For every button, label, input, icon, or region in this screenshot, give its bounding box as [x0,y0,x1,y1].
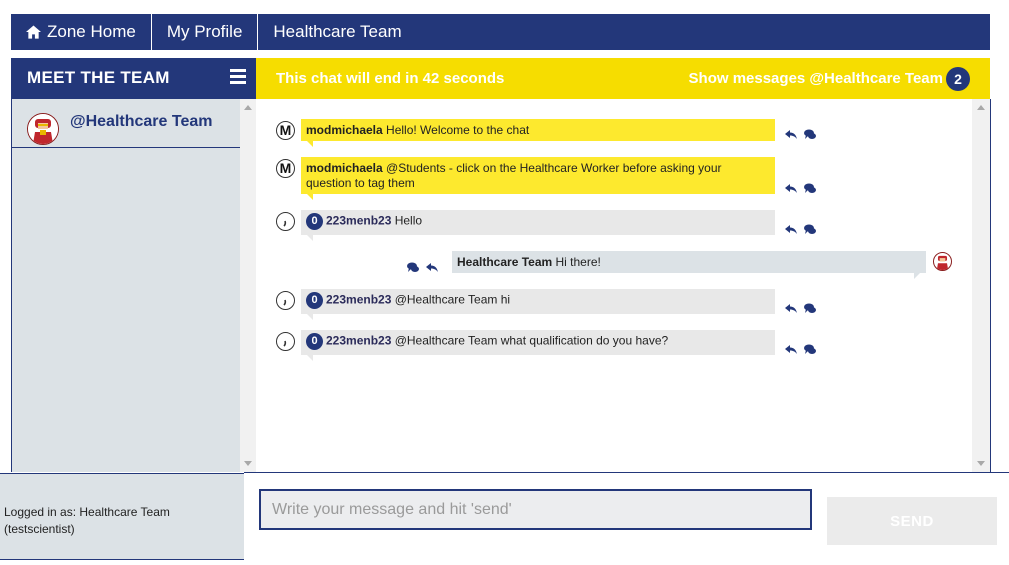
message-sender: 223menb23 [326,333,392,348]
message-sender: Healthcare Team [457,255,553,269]
message-sender: modmichaela [306,161,383,175]
scroll-down-arrow-icon[interactable] [244,461,252,466]
send-button[interactable]: SEND [827,497,997,545]
top-nav: Zone Home My Profile Healthcare Team [11,14,990,50]
logged-in-text: Logged in as: Healthcare Team (testscien… [4,505,170,536]
reply-icon[interactable] [785,303,797,314]
message-bubble: modmichaela Hello! Welcome to the chat [301,119,775,147]
comment-icon[interactable] [804,224,816,235]
student-avatar-icon [276,332,295,351]
message-actions [785,303,816,314]
hamburger-menu-icon[interactable] [230,69,246,84]
moderator-avatar: M [276,159,295,178]
message-text: Hi there! [552,255,601,269]
team-list-item-healthcare[interactable]: @Healthcare Team [12,99,240,148]
message-text: @Healthcare Team what qualification do y… [391,333,669,348]
student-avatar-icon [276,291,295,310]
nav-zone-home-label: Zone Home [47,22,136,41]
comment-icon[interactable] [804,344,816,355]
moderator-avatar: M [276,121,295,140]
message-text: Hello! Welcome to the chat [382,123,530,137]
message-actions [785,344,816,355]
chat-scrollbar[interactable] [972,99,991,472]
home-icon [26,25,41,39]
chat-messages: M modmichaela Hello! Welcome to the chat… [256,99,972,472]
message-bubble: 0 223menb23 @Healthcare Team what qualifi… [301,330,775,361]
message-actions [785,183,816,194]
logged-in-box: Logged in as: Healthcare Team (testscien… [0,473,244,560]
message-actions [785,224,816,235]
message-text: Hello [391,213,423,228]
reply-icon[interactable] [785,344,797,355]
message-count-badge: 2 [946,67,970,91]
healthcare-team-avatar [27,113,59,145]
comment-icon[interactable] [804,183,816,194]
message-actions [407,262,438,273]
meet-the-team-header: MEET THE TEAM [11,58,256,99]
message-score-badge: 0 [306,292,323,309]
message-bubble: Healthcare Team Hi there! [452,251,926,279]
scroll-down-arrow-icon[interactable] [977,461,985,466]
team-list-item-label: @Healthcare Team [70,113,213,130]
message-score-badge: 0 [306,333,323,350]
message-text: @Healthcare Team hi [391,292,511,307]
chat-header: This chat will end in 42 seconds Show me… [256,58,990,99]
message-sender: 223menb23 [326,213,392,228]
message-sender: 223menb23 [326,292,392,307]
reply-icon[interactable] [426,262,438,273]
nav-my-profile-label: My Profile [166,22,243,41]
team-list-scrollbar[interactable] [240,99,256,472]
nav-zone-home[interactable]: Zone Home [11,14,152,50]
comment-icon[interactable] [804,303,816,314]
reply-icon[interactable] [785,224,797,235]
message-actions [785,129,816,140]
comment-icon[interactable] [407,262,419,273]
show-messages-link[interactable]: Show messages @Healthcare Team [689,70,943,87]
student-avatar-icon [276,212,295,231]
message-bubble: 0 223menb23 Hello [301,210,775,241]
chat-timer-text: This chat will end in 42 seconds [276,70,505,87]
divider [244,472,1009,473]
nav-my-profile[interactable]: My Profile [152,14,259,50]
message-input[interactable] [259,489,812,530]
reply-icon[interactable] [785,129,797,140]
meet-the-team-title: MEET THE TEAM [27,68,170,87]
comment-icon[interactable] [804,129,816,140]
nav-healthcare-team-label: Healthcare Team [273,22,402,41]
scroll-up-arrow-icon[interactable] [977,105,985,110]
message-bubble: modmichaela @Students - click on the Hea… [301,157,775,200]
healthcare-team-avatar [933,252,952,271]
message-bubble: 0 223menb23 @Healthcare Team hi [301,289,775,320]
reply-icon[interactable] [785,183,797,194]
message-sender: modmichaela [306,123,383,137]
nav-healthcare-team[interactable]: Healthcare Team [258,14,416,50]
scroll-up-arrow-icon[interactable] [244,105,252,110]
message-score-badge: 0 [306,213,323,230]
team-list: @Healthcare Team [11,99,240,472]
